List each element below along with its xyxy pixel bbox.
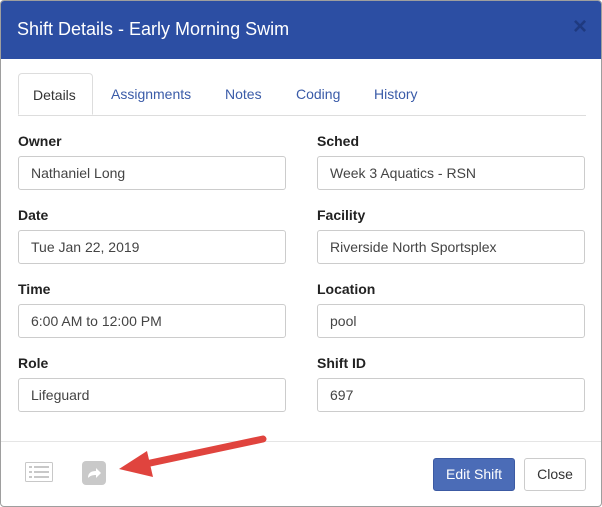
tab-history[interactable]: History: [374, 73, 418, 115]
shift-id-field[interactable]: 697: [317, 378, 585, 412]
date-field[interactable]: Tue Jan 22, 2019: [18, 230, 286, 264]
share-forward-icon[interactable]: [82, 461, 106, 485]
tab-assignments[interactable]: Assignments: [111, 73, 191, 115]
dialog-header: Shift Details - Early Morning Swim ×: [1, 1, 601, 59]
dialog-title: Shift Details - Early Morning Swim: [17, 19, 290, 39]
owner-label: Owner: [18, 133, 62, 149]
owner-field[interactable]: Nathaniel Long: [18, 156, 286, 190]
date-label: Date: [18, 207, 49, 223]
edit-shift-button[interactable]: Edit Shift: [433, 458, 515, 491]
tab-coding[interactable]: Coding: [296, 73, 340, 115]
tab-notes[interactable]: Notes: [225, 73, 262, 115]
role-field[interactable]: Lifeguard: [18, 378, 286, 412]
close-icon[interactable]: ×: [573, 15, 587, 39]
sched-field[interactable]: Week 3 Aquatics - RSN: [317, 156, 585, 190]
location-field[interactable]: pool: [317, 304, 585, 338]
annotation-arrow: [119, 435, 267, 477]
time-label: Time: [18, 281, 51, 297]
tab-details[interactable]: Details: [18, 73, 93, 115]
list-icon[interactable]: [25, 462, 53, 482]
facility-field[interactable]: Riverside North Sportsplex: [317, 230, 585, 264]
shift-details-dialog: Shift Details - Early Morning Swim × Det…: [0, 0, 602, 507]
sched-label: Sched: [317, 133, 360, 149]
facility-label: Facility: [317, 207, 366, 223]
time-field[interactable]: 6:00 AM to 12:00 PM: [18, 304, 286, 338]
tab-bar: Details Assignments Notes Coding History: [18, 73, 586, 116]
location-label: Location: [317, 281, 376, 297]
close-button[interactable]: Close: [524, 458, 586, 491]
role-label: Role: [18, 355, 49, 371]
shift-id-label: Shift ID: [317, 355, 366, 371]
